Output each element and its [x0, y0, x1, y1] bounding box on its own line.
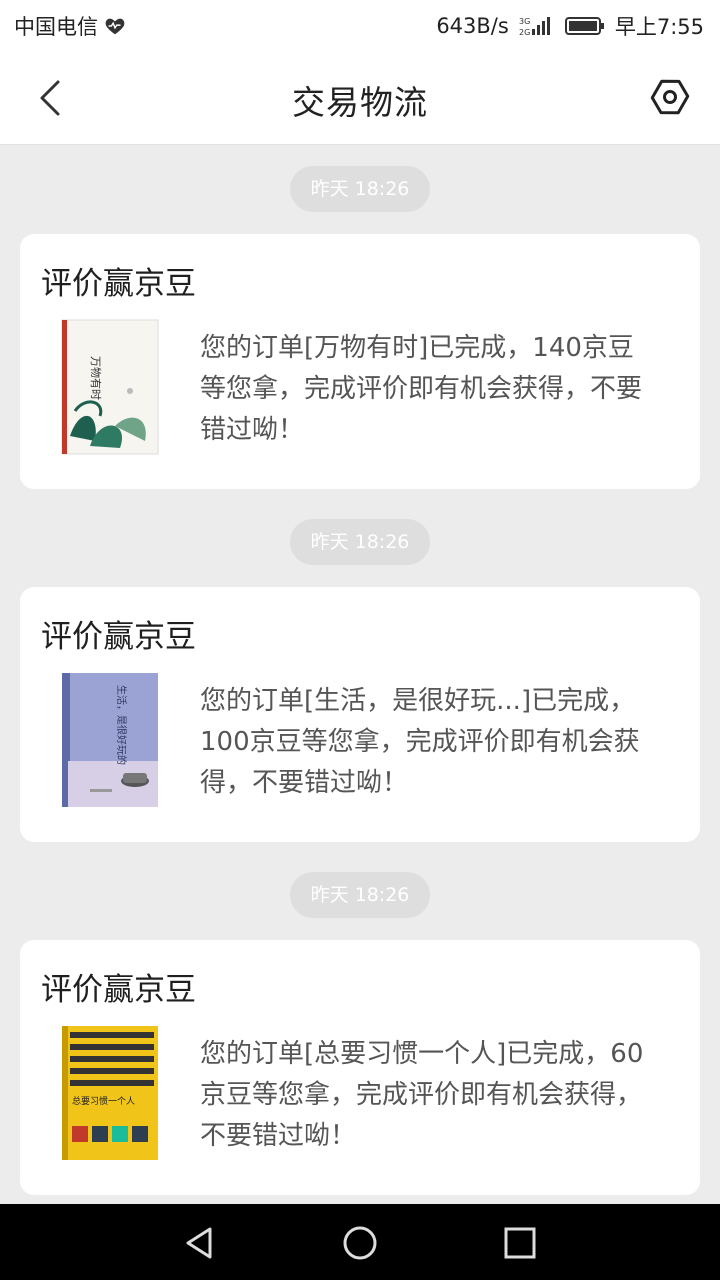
system-nav-bar [0, 1204, 720, 1280]
book-cover-thumbnail: 生活，是很好玩的 [62, 673, 158, 807]
message-body: 您的订单[生活，是很好玩...]已完成，100京豆等您拿，完成评价即有机会获得，… [200, 686, 640, 798]
svg-text:2G: 2G [519, 28, 530, 37]
message-card[interactable]: 评价赢京豆 生活，是很好玩的 您的订单[生活，是很好玩...]已完成，100京豆… [20, 587, 700, 842]
heart-icon [105, 18, 125, 35]
message-title: 评价赢京豆 [41, 266, 196, 302]
home-circle-icon[interactable] [340, 1223, 380, 1263]
message-body: 您的订单[总要习惯一个人]已完成，60京豆等您拿，完成评价即有机会获得，不要错过… [200, 1039, 644, 1151]
svg-text:生活，是很好玩的: 生活，是很好玩的 [115, 685, 128, 765]
carrier-label: 中国电信 [14, 15, 98, 39]
message-body: 您的订单[万物有时]已完成，140京豆等您拿，完成评价即有机会获得，不要错过呦！ [200, 333, 643, 445]
message-title: 评价赢京豆 [41, 619, 196, 655]
net-speed-label: 643B/s [436, 14, 509, 38]
clock-label: 早上7:55 [614, 15, 704, 39]
message-title: 评价赢京豆 [41, 972, 196, 1008]
message-time: 昨天 18:26 [290, 519, 430, 565]
settings-icon[interactable] [648, 75, 692, 119]
battery-icon [564, 17, 604, 35]
svg-text:万物有时: 万物有时 [89, 356, 103, 400]
svg-text:总要习惯一个人: 总要习惯一个人 [72, 1095, 135, 1107]
page-title: 交易物流 [292, 83, 428, 122]
header-bar: 交易物流 [0, 50, 720, 145]
message-time: 昨天 18:26 [290, 166, 430, 212]
message-time: 昨天 18:26 [290, 872, 430, 918]
book-cover-thumbnail: 总要习惯一个人 [62, 1026, 158, 1160]
status-bar: 中国电信 643B/s 3G 2G 早上7:55 [0, 0, 720, 50]
message-card[interactable]: 评价赢京豆 总要习惯一个人 您的订单[总要习惯一个人]已完成，60京豆等您拿，完… [20, 940, 700, 1195]
svg-text:3G: 3G [519, 17, 530, 26]
book-cover-thumbnail: 万物有时 [61, 319, 159, 455]
signal-icon: 3G 2G [519, 17, 550, 37]
recents-square-icon[interactable] [500, 1223, 540, 1263]
back-triangle-icon[interactable] [180, 1223, 220, 1263]
message-card[interactable]: 评价赢京豆 万物有时 您的订单[万物有时]已完成，140京豆等您拿，完成评价即有… [20, 234, 700, 489]
